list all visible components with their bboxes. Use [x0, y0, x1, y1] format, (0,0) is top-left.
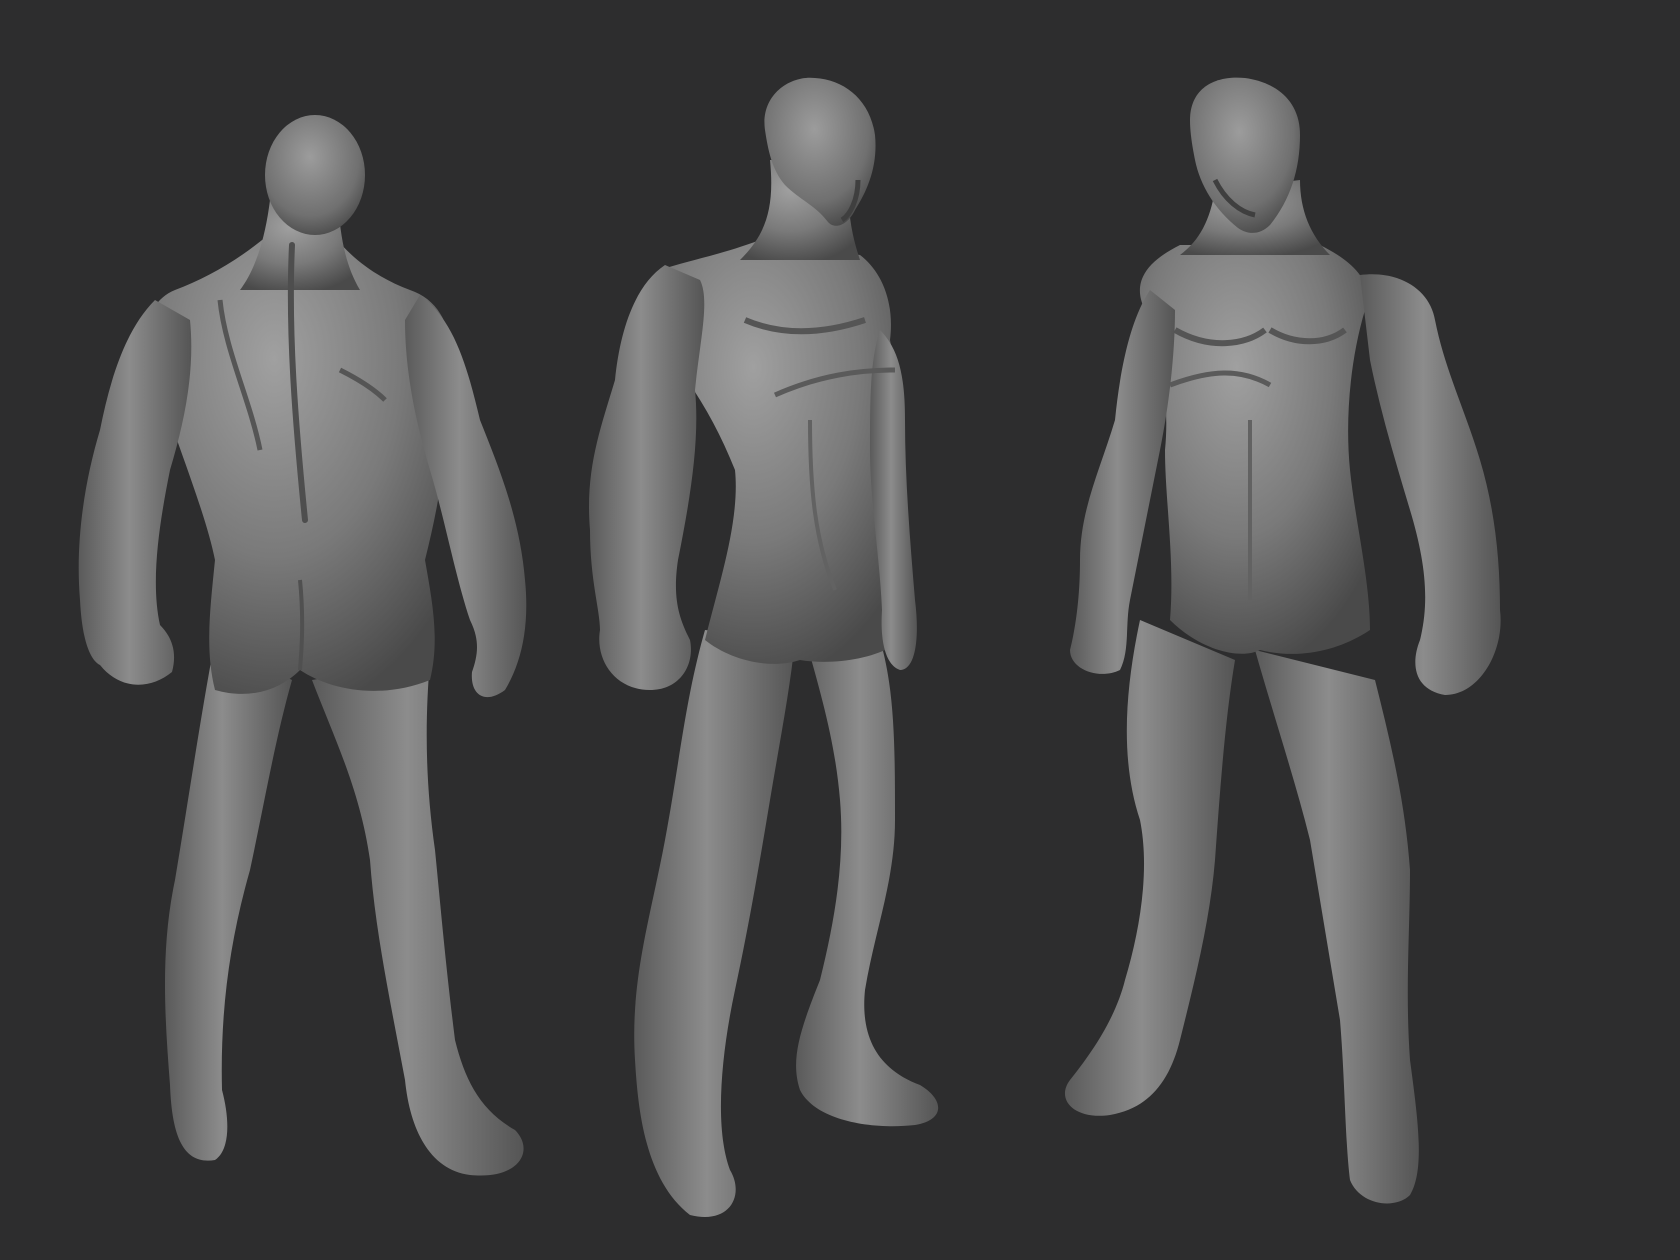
left-leg — [634, 630, 795, 1217]
right-leg — [1255, 650, 1419, 1204]
left-arm — [1070, 290, 1175, 674]
right-leg — [796, 620, 939, 1127]
right-leg — [312, 660, 524, 1176]
scene-canvas — [78, 77, 1501, 1217]
right-arm — [1360, 274, 1501, 695]
left-leg — [1064, 620, 1235, 1116]
figure-back-view — [78, 115, 527, 1176]
figure-three-quarter-view — [589, 77, 939, 1217]
sculpt-viewport — [0, 0, 1680, 1260]
head-back — [265, 115, 365, 235]
front-torso — [1139, 245, 1370, 654]
glute-crease — [298, 579, 305, 671]
left-arm — [78, 300, 192, 685]
figure-front-view — [1064, 77, 1501, 1204]
left-arm — [589, 265, 705, 690]
left-leg — [165, 640, 292, 1161]
